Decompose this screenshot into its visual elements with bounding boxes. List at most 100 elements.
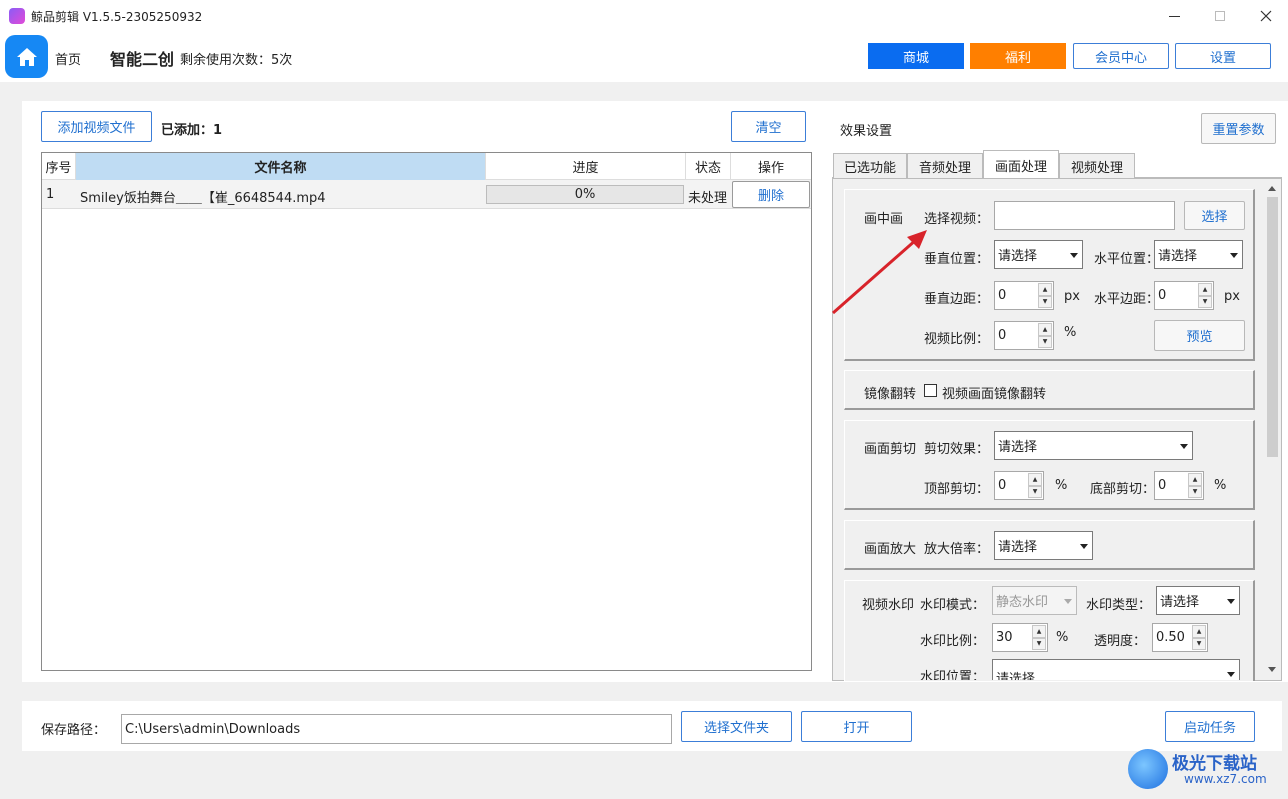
ratio-value: 0 xyxy=(998,328,1007,343)
hmargin-stepper[interactable]: 0 ▲ ▼ xyxy=(1154,281,1214,310)
zoom-rate-select[interactable]: 请选择 xyxy=(994,531,1093,560)
vpos-select[interactable]: 请选择 xyxy=(994,240,1083,269)
reset-button[interactable]: 重置参数 xyxy=(1201,113,1276,144)
crop-effect-select[interactable]: 请选择 xyxy=(994,431,1193,460)
watermark-mode-select[interactable]: 静态水印 xyxy=(992,586,1077,615)
select-video-button[interactable]: 选择 xyxy=(1184,201,1245,230)
stepper-up-icon[interactable]: ▲ xyxy=(1032,625,1046,638)
chevron-down-icon xyxy=(1070,252,1078,258)
site-logo-icon xyxy=(1128,749,1168,789)
hmargin-label: 水平边距： xyxy=(1094,292,1160,307)
chevron-down-icon xyxy=(1080,543,1088,549)
scrollbar[interactable] xyxy=(1264,181,1281,679)
watermark-type-value: 请选择 xyxy=(1160,595,1200,610)
remaining-count: 剩余使用次数：5次 xyxy=(180,53,293,68)
maximize-icon xyxy=(1215,11,1225,21)
add-video-button[interactable]: 添加视频文件 xyxy=(41,111,152,142)
ratio-stepper[interactable]: 0 ▲ ▼ xyxy=(994,321,1054,350)
app-icon xyxy=(9,8,25,24)
maximize-button[interactable] xyxy=(1206,6,1234,26)
delete-button[interactable]: 删除 xyxy=(732,181,810,208)
member-center-button[interactable]: 会员中心 xyxy=(1073,43,1169,69)
scroll-up-icon[interactable] xyxy=(1268,186,1276,191)
start-task-button[interactable]: 启动任务 xyxy=(1165,711,1255,742)
tab-video[interactable]: 视频处理 xyxy=(1059,153,1135,178)
stepper-down-icon[interactable]: ▼ xyxy=(1028,485,1042,498)
crop-effect-value: 请选择 xyxy=(998,440,1038,455)
vpos-value: 请选择 xyxy=(998,249,1038,264)
watermark-ratio-value: 30 xyxy=(996,630,1013,645)
mirror-checkbox[interactable] xyxy=(924,384,937,397)
watermark-ratio-stepper[interactable]: 30 ▲ ▼ xyxy=(992,623,1048,652)
top-crop-stepper[interactable]: 0 ▲ ▼ xyxy=(994,471,1044,500)
crop-effect-label: 剪切效果： xyxy=(924,442,990,457)
percent-unit: % xyxy=(1055,478,1068,493)
opacity-stepper[interactable]: 0.50 ▲ ▼ xyxy=(1152,623,1208,652)
watermark-type-select[interactable]: 请选择 xyxy=(1156,586,1240,615)
opacity-label: 透明度： xyxy=(1094,634,1147,649)
watermark-pos-select[interactable]: 请选择 xyxy=(992,659,1240,680)
effects-title: 效果设置 xyxy=(840,124,893,139)
stepper-down-icon[interactable]: ▼ xyxy=(1032,637,1046,650)
chevron-down-icon xyxy=(1230,252,1238,258)
stepper-down-icon[interactable]: ▼ xyxy=(1198,295,1212,308)
zoom-rate-label: 放大倍率： xyxy=(924,542,990,557)
vmargin-stepper[interactable]: 0 ▲ ▼ xyxy=(994,281,1054,310)
vmargin-value: 0 xyxy=(998,288,1007,303)
opacity-value: 0.50 xyxy=(1156,630,1185,645)
zoom-section-label: 画面放大 xyxy=(864,542,917,557)
save-path-input[interactable]: C:\Users\admin\Downloads xyxy=(121,714,672,744)
watermark-mode-label: 水印模式： xyxy=(920,598,986,613)
scroll-thumb[interactable] xyxy=(1267,197,1278,457)
stepper-down-icon[interactable]: ▼ xyxy=(1192,637,1206,650)
video-path-field[interactable] xyxy=(994,201,1175,230)
stepper-up-icon[interactable]: ▲ xyxy=(1038,283,1052,296)
row-status: 未处理 xyxy=(688,191,728,206)
percent-unit: % xyxy=(1064,325,1077,340)
ratio-label: 视频比例： xyxy=(924,332,990,347)
hmargin-value: 0 xyxy=(1158,288,1167,303)
tab-audio[interactable]: 音频处理 xyxy=(907,153,983,178)
stepper-up-icon[interactable]: ▲ xyxy=(1028,473,1042,486)
bottom-crop-label: 底部剪切： xyxy=(1090,482,1156,497)
home-button[interactable] xyxy=(5,35,48,78)
stepper-down-icon[interactable]: ▼ xyxy=(1038,335,1052,348)
stepper-up-icon[interactable]: ▲ xyxy=(1038,323,1052,336)
choose-folder-button[interactable]: 选择文件夹 xyxy=(681,711,792,742)
stepper-up-icon[interactable]: ▲ xyxy=(1192,625,1206,638)
clear-button[interactable]: 清空 xyxy=(731,111,806,142)
crop-section-label: 画面剪切 xyxy=(864,442,917,457)
settings-button[interactable]: 设置 xyxy=(1175,43,1271,69)
preview-button[interactable]: 预览 xyxy=(1154,320,1245,351)
tab-picture[interactable]: 画面处理 xyxy=(983,150,1059,179)
scroll-down-icon[interactable] xyxy=(1268,667,1276,672)
home-label[interactable]: 首页 xyxy=(55,49,81,68)
row-progress-text: 0% xyxy=(574,187,596,202)
stepper-up-icon[interactable]: ▲ xyxy=(1188,473,1202,486)
minimize-icon xyxy=(1168,15,1180,17)
table-row[interactable]: 1 Smiley饭拍舞台＿＿【崔_6648544.mp4 0% 未处理 删除 xyxy=(42,180,811,209)
stepper-down-icon[interactable]: ▼ xyxy=(1188,485,1202,498)
tab-selected-features[interactable]: 已选功能 xyxy=(833,153,907,178)
mode-title: 智能二创 xyxy=(110,50,175,69)
stepper-up-icon[interactable]: ▲ xyxy=(1198,283,1212,296)
shop-button[interactable]: 商城 xyxy=(868,43,964,69)
col-progress: 进度 xyxy=(486,153,686,180)
welfare-button[interactable]: 福利 xyxy=(970,43,1066,69)
stepper-down-icon[interactable]: ▼ xyxy=(1038,295,1052,308)
home-icon xyxy=(16,47,37,66)
mirror-section-label: 镜像翻转 xyxy=(864,387,917,402)
row-filename: Smiley饭拍舞台＿＿【崔_6648544.mp4 xyxy=(80,191,326,206)
close-button[interactable] xyxy=(1252,4,1280,28)
minimize-button[interactable] xyxy=(1160,6,1188,26)
watermark-section-label: 视频水印 xyxy=(862,598,915,613)
watermark-ratio-label: 水印比例： xyxy=(920,634,986,649)
percent-unit: % xyxy=(1056,630,1069,645)
bottom-crop-stepper[interactable]: 0 ▲ ▼ xyxy=(1154,471,1204,500)
hpos-value: 请选择 xyxy=(1158,249,1198,264)
hpos-select[interactable]: 请选择 xyxy=(1154,240,1243,269)
top-crop-value: 0 xyxy=(998,478,1007,493)
annotation-arrow xyxy=(832,230,927,315)
open-button[interactable]: 打开 xyxy=(801,711,912,742)
mirror-checkbox-label[interactable]: 视频画面镜像翻转 xyxy=(942,383,1046,402)
